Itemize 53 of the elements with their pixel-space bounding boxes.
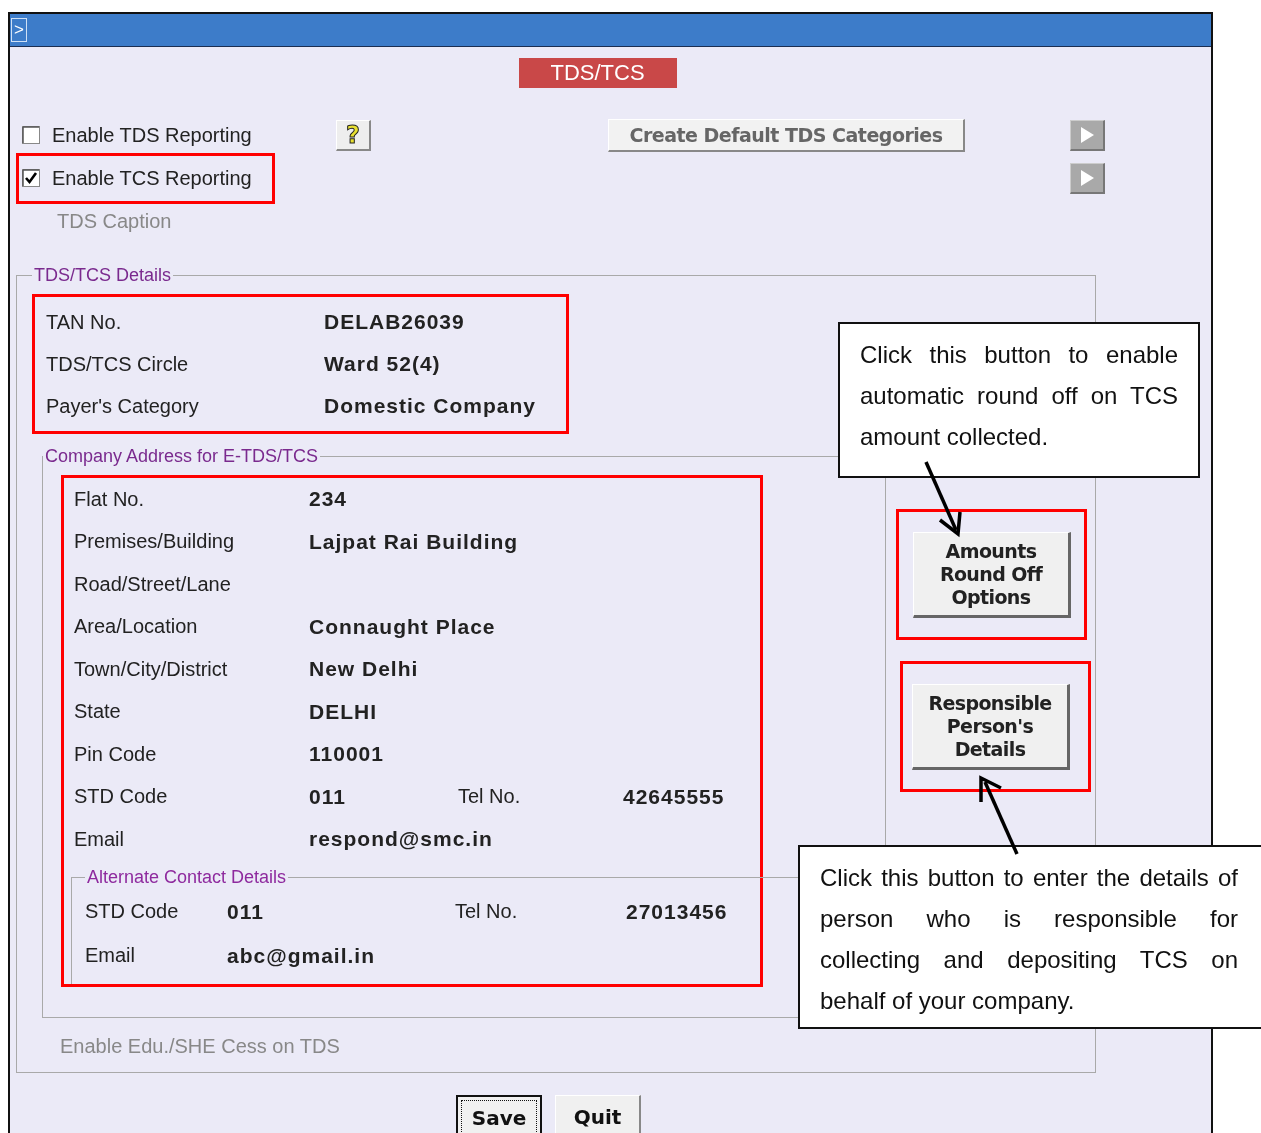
field-label: Pin Code: [74, 742, 158, 766]
field-value: DELHI: [309, 699, 378, 724]
create-categories-button[interactable]: Create Default TDS Categories: [608, 118, 965, 152]
field-label: Email: [74, 827, 125, 851]
field-label: Tel No.: [458, 785, 522, 809]
field-label: Town/City/District: [74, 657, 229, 681]
field-value: Ward 52(4): [324, 352, 442, 376]
group-title: Company Address for E-TDS/TCS: [44, 446, 320, 467]
form-button[interactable]: Save: [456, 1094, 542, 1133]
form-button[interactable]: Quit: [555, 1094, 641, 1133]
checkbox-label: Enable TDS Reporting: [52, 123, 252, 147]
field-value: 42645555: [623, 784, 726, 809]
field-value: abc@gmail.in: [227, 943, 376, 968]
checkbox-label: Enable TCS Reporting: [52, 166, 252, 190]
field-label: Email: [85, 944, 136, 967]
group-title: Alternate Contact Details: [86, 866, 288, 888]
callout-note: Click this button to enter the details of person who is responsible for collecting and depositing TCS on behalf of your company.: [798, 845, 1261, 1029]
field-value: DELAB26039: [324, 310, 466, 334]
field-value: New Delhi: [309, 657, 420, 682]
field-value: 234: [309, 487, 349, 512]
field-label: Area/Location: [74, 615, 199, 639]
field-label: State: [74, 700, 122, 724]
field-value: 110001: [309, 742, 385, 767]
field-label: Road/Street/Lane: [74, 572, 232, 596]
caption-label: TDS Caption: [57, 209, 173, 233]
field-value: 011: [309, 784, 347, 809]
cess-label: Enable Edu./SHE Cess on TDS: [60, 1034, 341, 1058]
field-value: 27013456: [626, 899, 729, 924]
callout-note: Click this button to enable automatic round off on TCS amount collected.: [838, 322, 1200, 478]
field-value: 011: [227, 899, 265, 924]
checkbox[interactable]: [22, 126, 40, 144]
play-icon: [1079, 168, 1095, 187]
field-value: respond@smc.in: [309, 827, 494, 852]
option-button[interactable]: Responsible Person's Details: [912, 684, 1070, 770]
field-label: TAN No.: [46, 310, 123, 334]
field-label: Tel No.: [455, 900, 519, 923]
field-label: Flat No.: [74, 487, 146, 511]
field-label: Premises/Building: [74, 530, 236, 554]
field-value: Lajpat Rai Building: [309, 529, 520, 554]
checkbox[interactable]: [22, 169, 40, 187]
play-icon: [1079, 125, 1095, 144]
play-button[interactable]: [1070, 162, 1105, 194]
field-value: Connaught Place: [309, 614, 497, 639]
field-label: Payer's Category: [46, 394, 200, 418]
option-button[interactable]: Amounts Round Off Options: [913, 532, 1071, 618]
menu-toggle[interactable]: >: [11, 18, 27, 42]
play-button[interactable]: [1070, 119, 1105, 151]
field-value: Domestic Company: [324, 394, 538, 418]
group-title: TDS/TCS Details: [33, 265, 173, 286]
field-label: STD Code: [74, 785, 169, 809]
field-label: TDS/TCS Circle: [46, 352, 190, 376]
form-title: TDS/TCS: [518, 58, 677, 88]
field-label: STD Code: [85, 900, 180, 923]
